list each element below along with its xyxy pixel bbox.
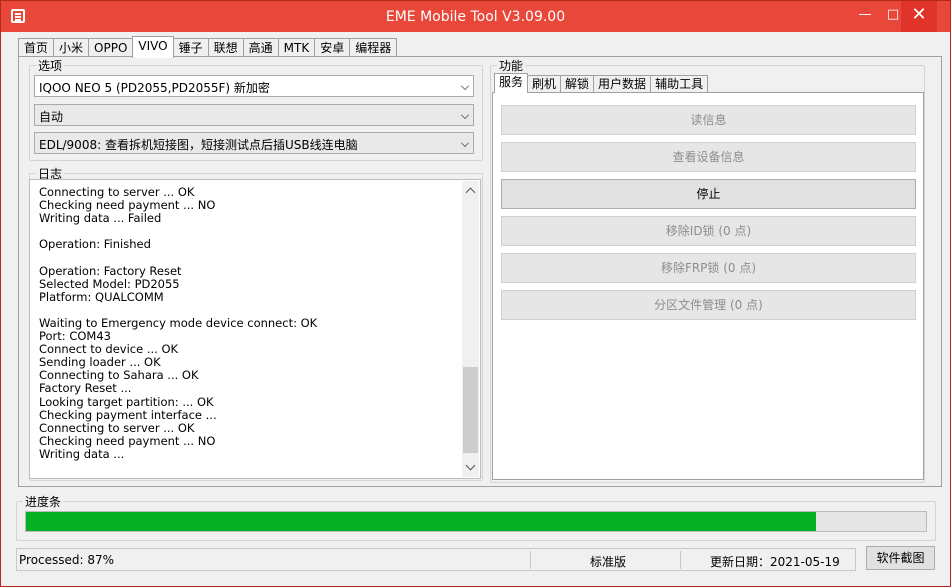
model-select-value: IQOO NEO 5 (PD2055,PD2055F) 新加密 bbox=[39, 81, 270, 95]
status-bar: Processed: 87% 标准版 更新日期：2021-05-19 bbox=[16, 548, 856, 571]
tab-programmer[interactable]: 编程器 bbox=[349, 38, 398, 58]
stop-button[interactable]: 停止 bbox=[501, 179, 916, 209]
function-tabs: 服务 刷机 解锁 用户数据 辅助工具 bbox=[494, 73, 709, 93]
tab-tools[interactable]: 辅助工具 bbox=[650, 75, 709, 93]
log-line: Writing data ... Failed bbox=[39, 211, 162, 226]
read-info-button[interactable]: 读信息 bbox=[501, 105, 916, 135]
log-line: Operation: Finished bbox=[39, 237, 151, 252]
method-select[interactable]: EDL/9008: 查看拆机短接图，短接测试点后插USB线连电脑 bbox=[34, 132, 474, 154]
title-bar[interactable]: EME Mobile Tool V3.09.00 — □ ✕ bbox=[1, 1, 950, 32]
tab-qualcomm[interactable]: 高通 bbox=[242, 38, 279, 58]
remove-frp-lock-button[interactable]: 移除FRP锁 (0 点) bbox=[501, 253, 916, 283]
log-output[interactable]: Connecting to server ... OK Checking need… bbox=[29, 179, 481, 479]
progress-fill bbox=[26, 512, 817, 531]
method-select-value: EDL/9008: 查看拆机短接图，短接测试点后插USB线连电脑 bbox=[39, 138, 358, 152]
status-divider bbox=[680, 551, 681, 569]
device-info-button[interactable]: 查看设备信息 bbox=[501, 142, 916, 172]
tab-home[interactable]: 首页 bbox=[18, 38, 55, 58]
log-text: Connecting to server ... OK Checking need… bbox=[39, 185, 317, 461]
scroll-down-icon[interactable] bbox=[465, 460, 476, 471]
log-line: Factory Reset ... bbox=[39, 381, 132, 396]
tab-xiaomi[interactable]: 小米 bbox=[53, 38, 90, 58]
tab-smartisan[interactable]: 锤子 bbox=[172, 38, 209, 58]
log-line: Operation: Factory Reset bbox=[39, 263, 182, 278]
edition-label: 标准版 bbox=[590, 555, 627, 569]
log-line: Checking payment interface ... bbox=[39, 407, 217, 422]
chevron-down-icon bbox=[461, 139, 469, 147]
remove-id-lock-button[interactable]: 移除ID锁 (0 点) bbox=[501, 216, 916, 246]
scroll-thumb[interactable] bbox=[463, 367, 478, 453]
progress-label: 进度条 bbox=[23, 493, 64, 510]
tab-user-data[interactable]: 用户数据 bbox=[593, 75, 652, 93]
tab-flash[interactable]: 刷机 bbox=[527, 75, 562, 93]
log-line: Connecting to server ... OK bbox=[39, 420, 195, 435]
tab-oppo[interactable]: OPPO bbox=[88, 38, 134, 58]
close-button[interactable]: ✕ bbox=[901, 1, 937, 32]
tab-service[interactable]: 服务 bbox=[494, 73, 529, 93]
processed-status: Processed: 87% bbox=[19, 553, 115, 567]
service-panel: 读信息 查看设备信息 停止 移除ID锁 (0 点) 移除FRP锁 (0 点) 分… bbox=[492, 92, 924, 480]
log-line: Platform: QUALCOMM bbox=[39, 289, 164, 304]
model-select[interactable]: IQOO NEO 5 (PD2055,PD2055F) 新加密 bbox=[34, 75, 474, 97]
chevron-down-icon bbox=[461, 82, 469, 90]
tab-lenovo[interactable]: 联想 bbox=[207, 38, 244, 58]
partition-manager-button[interactable]: 分区文件管理 (0 点) bbox=[501, 290, 916, 320]
mode-select[interactable]: 自动 bbox=[34, 104, 474, 126]
scroll-up-icon[interactable] bbox=[465, 187, 476, 198]
update-date: 更新日期：2021-05-19 bbox=[710, 555, 840, 569]
log-scrollbar[interactable] bbox=[462, 181, 479, 477]
tab-unlock[interactable]: 解锁 bbox=[560, 75, 595, 93]
progress-bar bbox=[25, 511, 927, 532]
brand-tabs: 首页 小米 OPPO VIVO 锤子 联想 高通 MTK 安卓 编程器 bbox=[18, 36, 398, 58]
functions-label: 功能 bbox=[497, 57, 526, 74]
mode-select-value: 自动 bbox=[39, 110, 64, 124]
log-line: Selected Model: PD2055 bbox=[39, 276, 180, 291]
minimize-button[interactable]: — bbox=[851, 1, 879, 32]
app-window: EME Mobile Tool V3.09.00 — □ ✕ 首页 小米 OPP… bbox=[0, 0, 951, 587]
log-line: Checking need payment ... NO bbox=[39, 433, 216, 448]
status-divider bbox=[530, 551, 531, 569]
software-screenshot-button[interactable]: 软件截图 bbox=[866, 546, 935, 570]
tab-android[interactable]: 安卓 bbox=[314, 38, 351, 58]
log-line: Writing data ... bbox=[39, 446, 125, 461]
chevron-down-icon bbox=[461, 111, 469, 119]
log-line: Looking target partition: ... OK bbox=[39, 394, 214, 409]
tab-vivo[interactable]: VIVO bbox=[132, 36, 174, 58]
options-label: 选项 bbox=[36, 57, 65, 74]
window-title: EME Mobile Tool V3.09.00 bbox=[385, 9, 566, 25]
tab-mtk[interactable]: MTK bbox=[277, 38, 316, 58]
